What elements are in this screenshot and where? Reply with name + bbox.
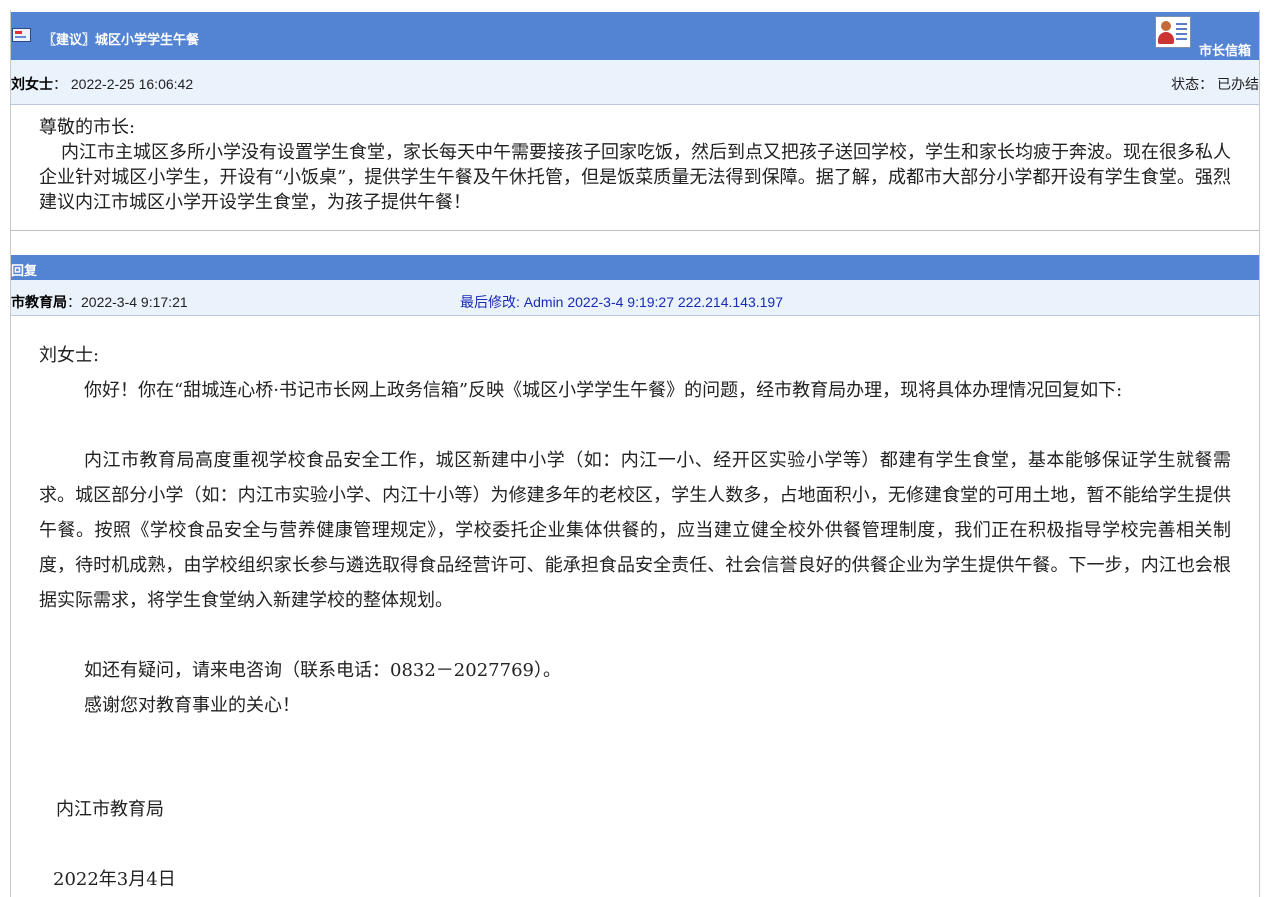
responder-info: 市教育局：2022-3-4 9:17:21 bbox=[11, 294, 188, 310]
reply-meta-row: 市教育局：2022-3-4 9:17:21 最后修改: Admin 2022-3… bbox=[11, 280, 1259, 316]
reply-date: 2022年3月4日 bbox=[53, 869, 176, 890]
last-modified-info: 最后修改: Admin 2022-3-4 9:19:27 222.214.143… bbox=[460, 294, 783, 310]
mail-icon bbox=[12, 28, 31, 42]
reply-paragraph-1: 你好！你在“甜城连心桥·书记市长网上政务信箱”反映《城区小学学生午餐》的问题，经… bbox=[84, 380, 1123, 401]
reply-salutation: 刘女士: bbox=[39, 345, 100, 366]
status-info: 状态： 已办结 bbox=[1171, 74, 1259, 94]
reply-paragraph-4: 感谢您对教育事业的关心！ bbox=[84, 695, 300, 716]
reply-paragraph-2: 内江市教育局高度重视学校食品安全工作，城区新建中小学（如：内江一小、经开区实验小… bbox=[39, 450, 1231, 611]
status-badge: 已办结 bbox=[1217, 76, 1259, 92]
sender-time: 2022-2-25 16:06:42 bbox=[70, 76, 194, 92]
letter-content: 内江市主城区多所小学没有设置学生食堂，家长每天中午需要接孩子回家吃饭，然后到点又… bbox=[39, 142, 1231, 213]
responder-name: 市教育局 bbox=[11, 294, 67, 310]
mayor-mailbox-link[interactable]: 市长信箱 bbox=[1199, 40, 1251, 59]
letter-body: 尊敬的市长: 内江市主城区多所小学没有设置学生食堂，家长每天中午需要接孩子回家吃… bbox=[11, 105, 1259, 231]
reply-body: 刘女士: 你好！你在“甜城连心桥·书记市长网上政务信箱”反映《城区小学学生午餐》… bbox=[11, 326, 1259, 897]
letter-panel: 〖建议〗城区小学学生午餐 市长信箱 刘女士： 2022-2-25 16:06:4… bbox=[10, 10, 1260, 897]
letter-salutation: 尊敬的市长: bbox=[39, 117, 136, 138]
mayor-mailbox-icon[interactable] bbox=[1155, 16, 1191, 48]
status-label: 状态： bbox=[1171, 76, 1214, 92]
letter-meta-row: 刘女士： 2022-2-25 16:06:42 状态： 已办结 bbox=[11, 60, 1259, 105]
reply-time: 2022-3-4 9:17:21 bbox=[81, 294, 188, 310]
reply-section-bar: 回复 bbox=[11, 255, 1259, 280]
letter-title-bar: 〖建议〗城区小学学生午餐 市长信箱 bbox=[11, 12, 1259, 60]
sender-name: 刘女士 bbox=[11, 76, 53, 92]
letter-title: 〖建议〗城区小学学生午餐 bbox=[43, 32, 200, 47]
reply-signature: 内江市教育局 bbox=[56, 799, 164, 820]
reply-paragraph-3: 如还有疑问，请来电咨询（联系电话：0832－2027769）。 bbox=[84, 660, 561, 681]
reply-section-label: 回复 bbox=[11, 263, 38, 278]
sender-info: 刘女士： 2022-2-25 16:06:42 bbox=[11, 76, 194, 92]
